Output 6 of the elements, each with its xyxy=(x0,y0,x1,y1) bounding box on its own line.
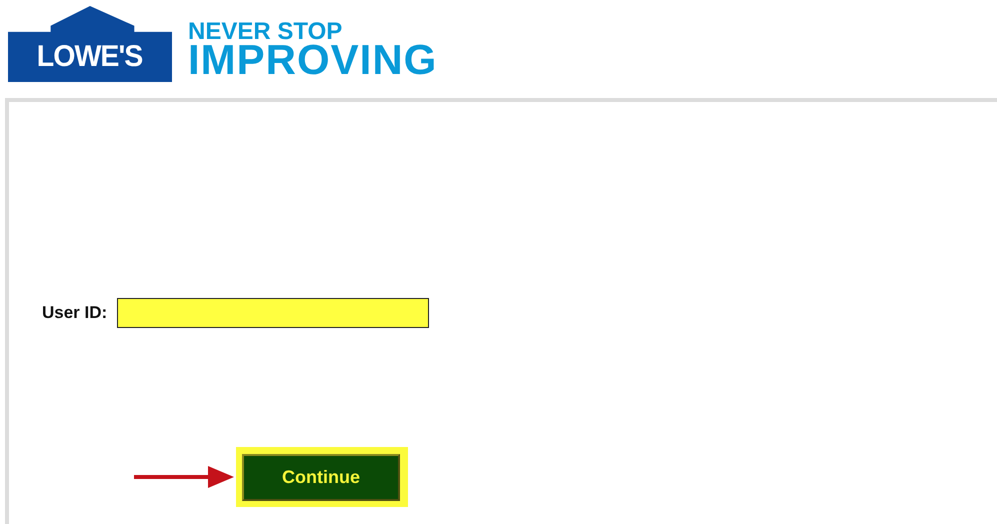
continue-button[interactable]: Continue xyxy=(242,454,400,501)
logo-tagline: IMPROVING xyxy=(188,42,438,78)
logo-tagline: NEVER STOP xyxy=(188,22,342,42)
logo-brand: LOWE'S xyxy=(37,40,143,74)
input-field[interactable] xyxy=(117,298,430,328)
field-label: User ID: xyxy=(42,303,108,323)
